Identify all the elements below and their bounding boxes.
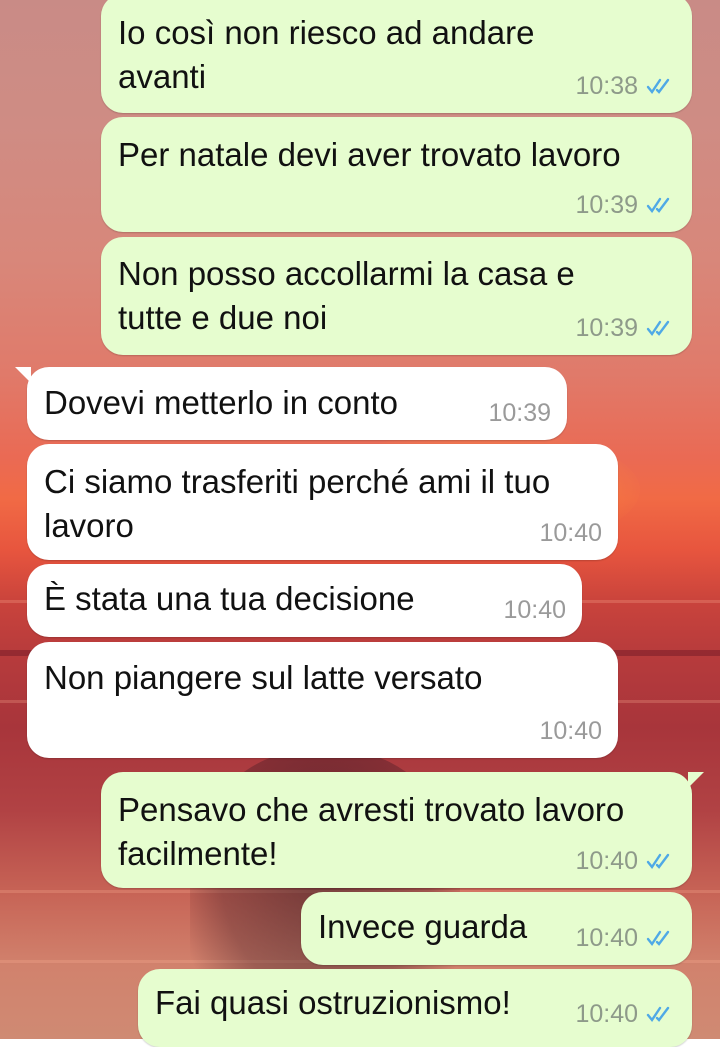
double-check-icon bbox=[646, 930, 670, 947]
message-meta: 10:39 bbox=[575, 190, 676, 220]
message-text: Non piangere sul latte versato bbox=[44, 659, 483, 696]
double-check-icon bbox=[646, 853, 670, 870]
message-time: 10:38 bbox=[575, 72, 638, 100]
message-text: È stata una tua decisione bbox=[44, 580, 415, 617]
double-check-icon bbox=[646, 197, 670, 214]
double-check-icon bbox=[646, 78, 670, 95]
outgoing-message[interactable]: Fai quasi ostruzionismo! 10:40 bbox=[138, 969, 692, 1047]
double-check-icon bbox=[646, 1006, 670, 1023]
incoming-message[interactable]: Non piangere sul latte versato 10:40 bbox=[27, 642, 618, 758]
double-check-icon bbox=[646, 320, 670, 337]
message-text: Io così non riesco ad andare avanti bbox=[118, 14, 544, 95]
message-meta: 10:39 bbox=[575, 313, 676, 343]
incoming-message[interactable]: Ci siamo trasferiti perché ami il tuo la… bbox=[27, 444, 618, 560]
message-meta: 10:39 bbox=[488, 398, 551, 428]
message-text: Invece guarda bbox=[318, 908, 528, 945]
message-meta: 10:40 bbox=[539, 518, 602, 548]
incoming-message[interactable]: È stata una tua decisione 10:40 bbox=[27, 564, 582, 637]
message-text: Non posso accollarmi la casa e tutte e d… bbox=[118, 255, 584, 336]
message-time: 10:40 bbox=[575, 924, 638, 952]
message-text: Dovevi metterlo in conto bbox=[44, 384, 398, 421]
message-time: 10:39 bbox=[488, 399, 551, 427]
message-meta: 10:40 bbox=[539, 716, 602, 746]
message-time: 10:40 bbox=[539, 717, 602, 745]
message-text: Ci siamo trasferiti perché ami il tuo la… bbox=[44, 463, 560, 544]
outgoing-message[interactable]: Invece guarda 10:40 bbox=[301, 892, 692, 965]
outgoing-message[interactable]: Per natale devi aver trovato lavoro 10:3… bbox=[101, 117, 692, 232]
message-meta: 10:40 bbox=[503, 595, 566, 625]
outgoing-message[interactable]: Pensavo che avresti trovato lavoro facil… bbox=[101, 772, 704, 888]
message-meta: 10:40 bbox=[575, 846, 676, 876]
message-meta: 10:40 bbox=[575, 923, 676, 953]
message-meta: 10:38 bbox=[575, 71, 676, 101]
message-list[interactable]: Io così non riesco ad andare avanti 10:3… bbox=[0, 0, 720, 1047]
outgoing-message[interactable]: Io così non riesco ad andare avanti 10:3… bbox=[101, 0, 692, 113]
bubble-tail bbox=[688, 772, 704, 788]
message-time: 10:40 bbox=[575, 1000, 638, 1028]
message-time: 10:39 bbox=[575, 191, 638, 219]
message-time: 10:39 bbox=[575, 314, 638, 342]
incoming-message[interactable]: Dovevi metterlo in conto 10:39 bbox=[15, 367, 567, 440]
outgoing-message[interactable]: Non posso accollarmi la casa e tutte e d… bbox=[101, 237, 692, 355]
message-meta: 10:40 bbox=[575, 999, 676, 1029]
message-text: Per natale devi aver trovato lavoro bbox=[118, 136, 621, 173]
message-time: 10:40 bbox=[503, 596, 566, 624]
message-time: 10:40 bbox=[539, 519, 602, 547]
message-text: Fai quasi ostruzionismo! bbox=[155, 984, 511, 1021]
message-time: 10:40 bbox=[575, 847, 638, 875]
bubble-tail bbox=[15, 367, 31, 383]
